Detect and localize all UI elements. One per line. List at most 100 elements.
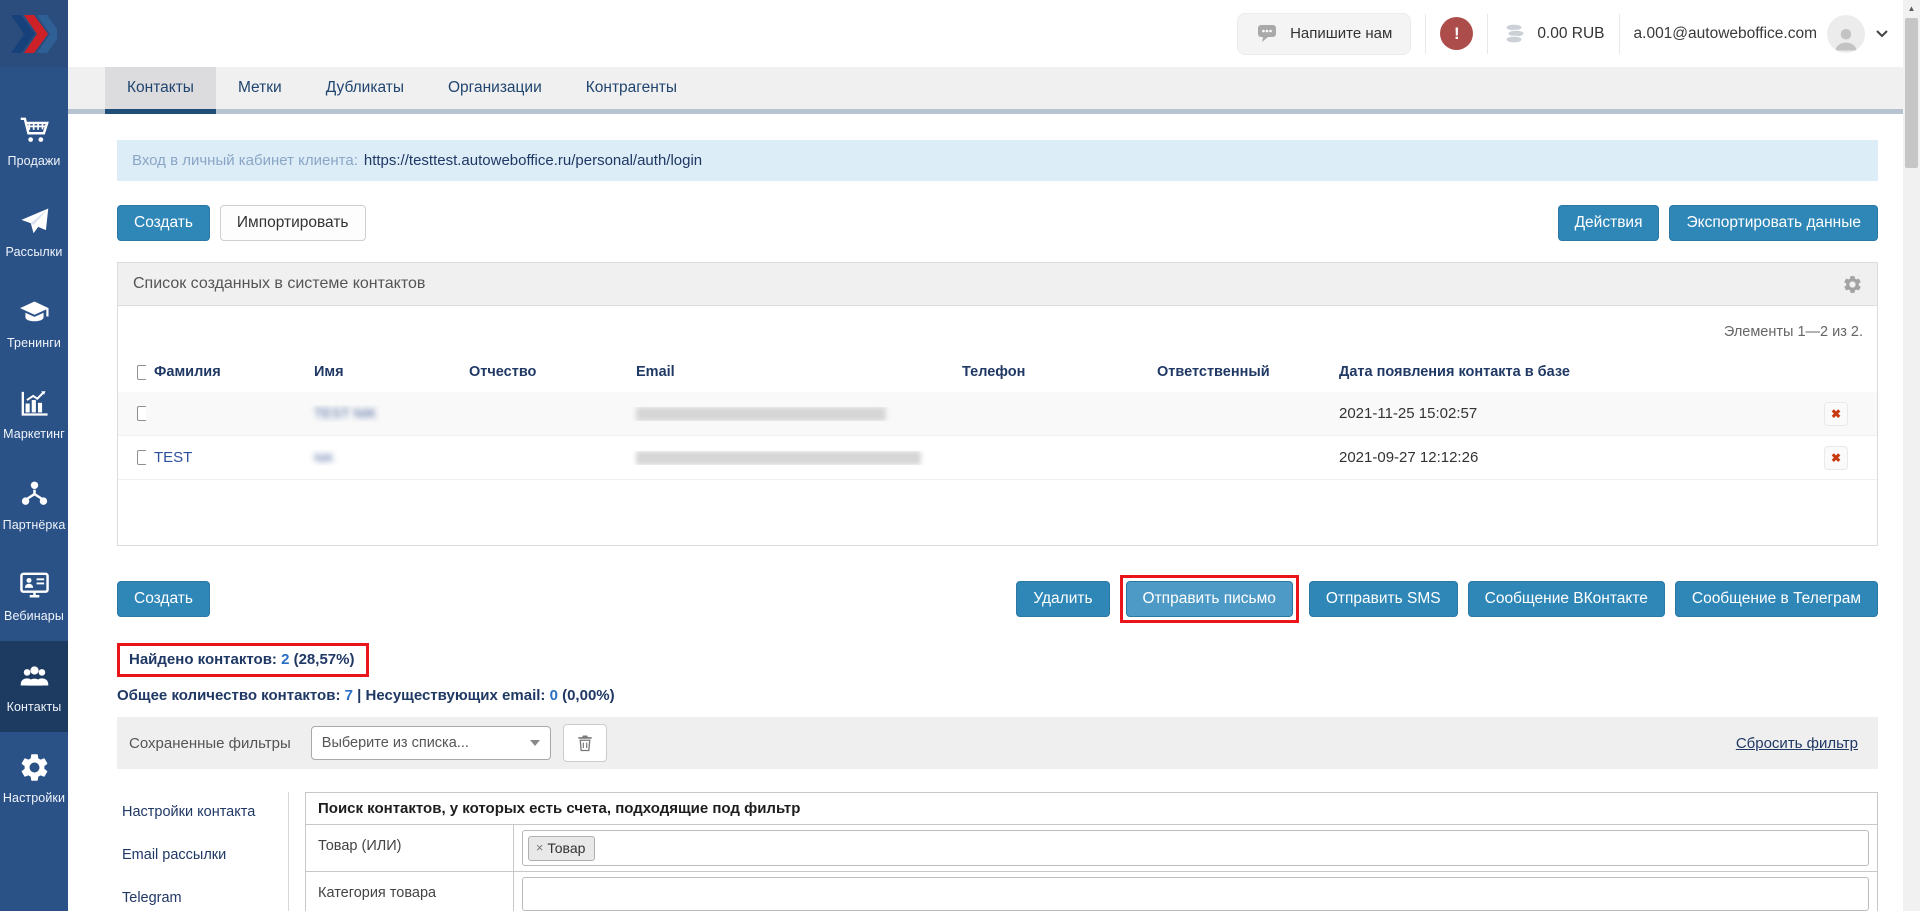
column-header-firstname[interactable]: Имя: [306, 364, 461, 380]
actions-button[interactable]: Действия: [1558, 205, 1660, 241]
column-header-middlename[interactable]: Отчество: [461, 364, 628, 380]
scrollbar-up-icon[interactable]: ▲: [1903, 0, 1920, 17]
found-contacts-percent: (28,57%): [294, 651, 355, 668]
send-sms-button[interactable]: Отправить SMS: [1309, 581, 1458, 617]
sidebar-menu: Продажи Рассылки Тренинги: [0, 67, 68, 823]
delete-contact-icon[interactable]: ✖: [1824, 402, 1848, 426]
vk-message-button[interactable]: Сообщение ВКонтакте: [1468, 581, 1665, 617]
table-row: TEST NIK 2021-11-25 15:02:57 ✖: [118, 392, 1877, 436]
reset-filter-link[interactable]: Сбросить фильтр: [1736, 735, 1858, 752]
tab-duplicates[interactable]: Дубликаты: [304, 67, 426, 109]
saved-filters-select[interactable]: Выберите из списка...: [311, 726, 551, 760]
tab-counterparties[interactable]: Контрагенты: [564, 67, 699, 109]
invalid-email-value: 0: [550, 687, 558, 704]
tab-organizations[interactable]: Организации: [426, 67, 564, 109]
tab-contacts[interactable]: Контакты: [105, 67, 216, 109]
delete-contact-icon[interactable]: ✖: [1824, 446, 1848, 470]
export-button[interactable]: Экспортировать данные: [1669, 205, 1878, 241]
filter-row-product: Товар (ИЛИ) × Товар: [306, 825, 1877, 872]
delete-button[interactable]: Удалить: [1016, 581, 1109, 617]
cell-lastname-link[interactable]: TEST: [154, 449, 192, 466]
annotation-box-found-contacts: Найдено контактов: 2 (28,57%): [117, 643, 369, 677]
telegram-message-button[interactable]: Сообщение в Телеграм: [1675, 581, 1878, 617]
saved-filters-bar: Сохраненные фильтры Выберите из списка..…: [117, 717, 1878, 769]
panel-caption-text: Список созданных в системе контактов: [133, 275, 425, 293]
invalid-email-percent: (0,00%): [562, 687, 615, 704]
filter-row-label: Категория товара: [306, 872, 514, 911]
filter-row-label: Товар (ИЛИ): [306, 825, 514, 871]
tabstrip: [68, 109, 1903, 114]
gear-icon: [18, 751, 51, 784]
row-checkbox[interactable]: [137, 406, 146, 421]
select-caret-icon: [530, 740, 540, 746]
sidebar-item-label: Маркетинг: [3, 427, 65, 441]
app-logo[interactable]: [0, 0, 68, 67]
column-header-created[interactable]: Дата появления контакта в базе: [1331, 364, 1796, 380]
sidebar-item-sales[interactable]: Продажи: [0, 95, 68, 186]
column-header-lastname[interactable]: Фамилия: [146, 364, 306, 380]
sidebar: Продажи Рассылки Тренинги: [0, 0, 68, 911]
avatar: [1827, 15, 1865, 53]
import-button[interactable]: Импортировать: [220, 205, 366, 241]
topbar: Напишите нам ! 0.00 RUB a.001@autoweboff…: [68, 0, 1903, 67]
category-filter-input[interactable]: [522, 877, 1869, 911]
saved-filters-label: Сохраненные фильтры: [129, 735, 291, 752]
tabbar: Контакты Метки Дубликаты Организации Кон…: [68, 67, 1903, 109]
select-all-checkbox[interactable]: [137, 365, 146, 380]
saved-filters-selected-value: Выберите из списка...: [322, 735, 469, 751]
network-icon: [18, 478, 51, 511]
trash-icon: [575, 733, 595, 753]
column-header-owner[interactable]: Ответственный: [1149, 364, 1331, 380]
sidebar-item-marketing[interactable]: Маркетинг: [0, 368, 68, 459]
sidebar-item-mailings[interactable]: Рассылки: [0, 186, 68, 277]
filter-section: Настройки контакта Email рассылки Telegr…: [117, 792, 1878, 911]
panel-caption: Список созданных в системе контактов: [118, 263, 1877, 306]
graduation-icon: [18, 296, 51, 329]
sidebar-item-label: Вебинары: [4, 609, 64, 623]
delete-filter-button[interactable]: [563, 724, 607, 762]
cell-firstname-redacted: NIK: [314, 451, 334, 465]
vertical-scrollbar[interactable]: ▲: [1903, 0, 1920, 911]
sidebar-item-webinars[interactable]: Вебинары: [0, 550, 68, 641]
send-email-button[interactable]: Отправить письмо: [1126, 581, 1293, 617]
filter-menu-email-mailings[interactable]: Email рассылки: [122, 847, 288, 863]
chip-label: Товар: [547, 840, 585, 856]
sidebar-item-label: Партнёрка: [3, 518, 66, 532]
chip-remove-icon[interactable]: ×: [536, 841, 543, 855]
cell-created-date: 2021-09-27 12:12:26: [1331, 449, 1796, 466]
found-contacts-label: Найдено контактов:: [129, 651, 277, 668]
balance-value: 0.00 RUB: [1537, 25, 1604, 43]
client-login-url[interactable]: https://testtest.autoweboffice.ru/person…: [364, 152, 702, 169]
tab-labels[interactable]: Метки: [216, 67, 304, 109]
sidebar-item-settings[interactable]: Настройки: [0, 732, 68, 823]
cell-created-date: 2021-11-25 15:02:57: [1331, 405, 1796, 422]
filter-menu-contact-settings[interactable]: Настройки контакта: [122, 804, 288, 820]
column-header-email[interactable]: Email: [628, 364, 954, 380]
column-header-phone[interactable]: Телефон: [954, 364, 1149, 380]
balance[interactable]: 0.00 RUB: [1502, 22, 1604, 46]
sidebar-item-partners[interactable]: Партнёрка: [0, 459, 68, 550]
scrollbar-thumb[interactable]: [1905, 18, 1918, 168]
annotation-box-send-email: Отправить письмо: [1120, 575, 1299, 623]
row-checkbox[interactable]: [137, 450, 146, 465]
content: Вход в личный кабинет клиента: https://t…: [68, 140, 1903, 911]
user-menu[interactable]: a.001@autoweboffice.com: [1634, 15, 1889, 53]
filter-menu-telegram[interactable]: Telegram: [122, 890, 288, 906]
sidebar-item-contacts[interactable]: Контакты: [0, 641, 68, 732]
total-contacts-line: Общее количество контактов: 7 | Несущест…: [117, 687, 1878, 704]
alert-icon[interactable]: !: [1440, 17, 1473, 50]
sidebar-item-trainings[interactable]: Тренинги: [0, 277, 68, 368]
person-icon: [1831, 23, 1861, 53]
total-contacts-label: Общее количество контактов:: [117, 687, 340, 704]
contact-us-button[interactable]: Напишите нам: [1237, 13, 1411, 55]
sidebar-item-label: Продажи: [8, 154, 61, 168]
chat-icon: [1256, 23, 1280, 44]
create-button[interactable]: Создать: [117, 205, 210, 241]
table-settings-gear-icon[interactable]: [1842, 274, 1863, 295]
product-filter-input[interactable]: × Товар: [522, 830, 1869, 866]
create-button-bottom[interactable]: Создать: [117, 581, 210, 617]
logo-icon: [11, 15, 57, 53]
total-contacts-value: 7: [345, 687, 353, 704]
topbar-divider: [1425, 14, 1426, 54]
sidebar-item-label: Настройки: [3, 791, 65, 805]
